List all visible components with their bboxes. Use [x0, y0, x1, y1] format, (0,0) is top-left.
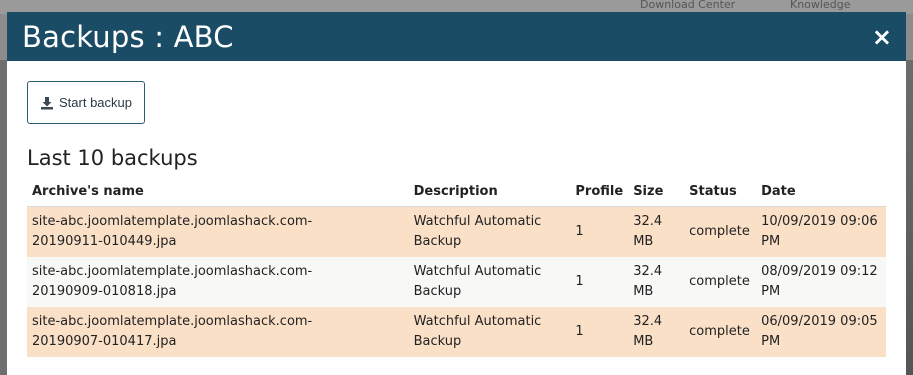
table-row[interactable]: site-abc.joomlatemplate.joomlashack.com-… [27, 257, 886, 307]
size-cell: 32.4 MB [628, 307, 685, 357]
date-cell: 06/09/2019 09:05 PM [756, 307, 886, 357]
column-header-date: Date [756, 180, 886, 207]
backups-modal: Backups : ABC × Start backup Last 10 bac… [7, 12, 906, 375]
section-title: Last 10 backups [27, 146, 198, 170]
download-icon [41, 96, 53, 109]
status-cell: complete [684, 257, 757, 307]
modal-title: Backups : ABC [22, 19, 234, 54]
knowledge-link: Knowledge [790, 0, 851, 11]
background-right-strip [905, 60, 913, 375]
description-cell: Watchful Automatic Backup [408, 307, 571, 357]
profile-cell: 1 [570, 257, 629, 307]
download-center-link: Download Center [640, 0, 736, 11]
column-header-description: Description [408, 180, 571, 207]
modal-body: Start backup Last 10 backups Archive's n… [7, 61, 906, 357]
table-row[interactable]: site-abc.joomlatemplate.joomlashack.com-… [27, 206, 886, 257]
start-backup-label: Start backup [59, 95, 132, 110]
column-header-size: Size [628, 180, 685, 207]
archive-name-cell: site-abc.joomlatemplate.joomlashack.com-… [27, 257, 409, 307]
close-icon[interactable]: × [872, 25, 892, 49]
column-header-name: Archive's name [27, 180, 409, 207]
size-cell: 32.4 MB [628, 206, 685, 257]
start-backup-button[interactable]: Start backup [27, 81, 145, 124]
table-row[interactable]: site-abc.joomlatemplate.joomlashack.com-… [27, 307, 886, 357]
date-cell: 10/09/2019 09:06 PM [756, 206, 886, 257]
status-cell: complete [684, 307, 757, 357]
column-header-status: Status [684, 180, 757, 207]
size-cell: 32.4 MB [628, 257, 685, 307]
backups-table: Archive's name Description Profile Size … [27, 180, 886, 357]
modal-header: Backups : ABC × [7, 12, 906, 61]
profile-cell: 1 [570, 206, 629, 257]
background-left-strip [0, 60, 7, 375]
description-cell: Watchful Automatic Backup [408, 257, 571, 307]
table-header-row: Archive's name Description Profile Size … [27, 180, 886, 207]
profile-cell: 1 [570, 307, 629, 357]
date-cell: 08/09/2019 09:12 PM [756, 257, 886, 307]
archive-name-cell: site-abc.joomlatemplate.joomlashack.com-… [27, 206, 409, 257]
column-header-profile: Profile [570, 180, 629, 207]
status-cell: complete [684, 206, 757, 257]
description-cell: Watchful Automatic Backup [408, 206, 571, 257]
archive-name-cell: site-abc.joomlatemplate.joomlashack.com-… [27, 307, 409, 357]
